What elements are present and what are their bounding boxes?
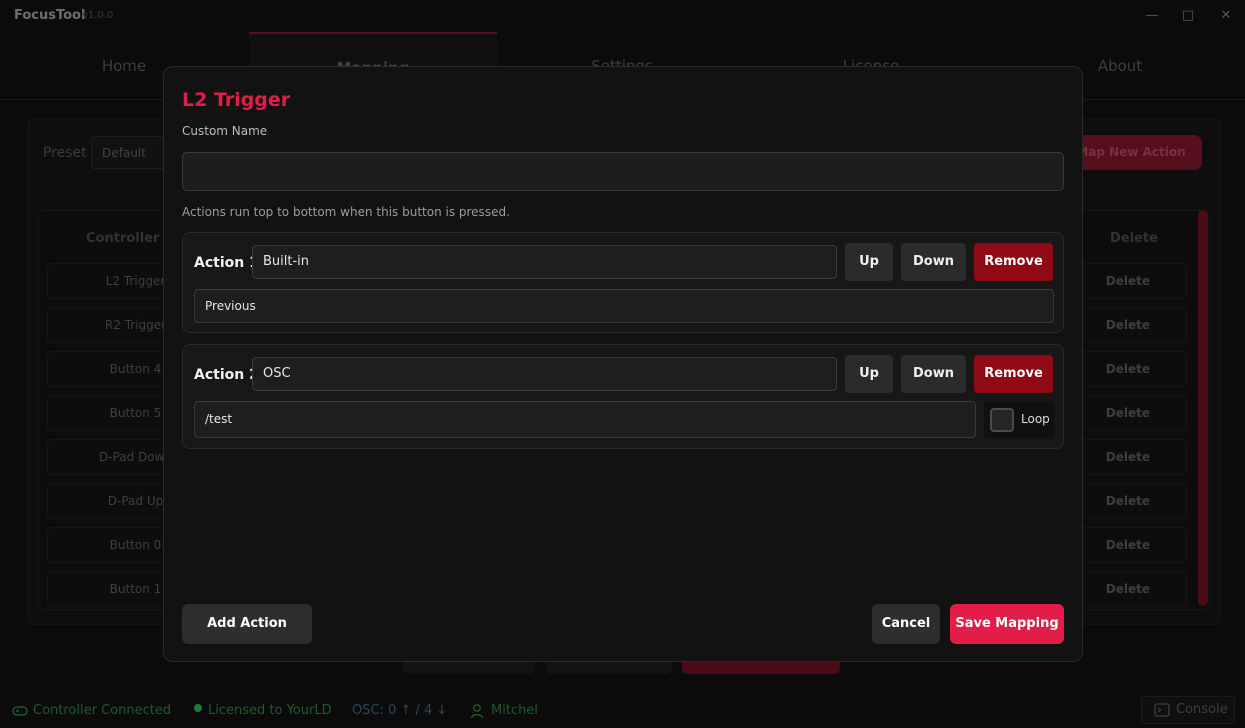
delete-button[interactable]: Delete [1106, 582, 1150, 596]
app-title: FocusTool [14, 8, 86, 23]
title-bar: FocusTool v1.0.0 — □ ✕ [0, 0, 1245, 32]
delete-button[interactable]: Delete [1106, 274, 1150, 288]
scrollbar[interactable] [1198, 210, 1208, 606]
action-type-select[interactable]: Built-in [252, 245, 837, 279]
user-name: Mitchel [491, 703, 538, 718]
mapping-dialog: L2 Trigger Custom Name Actions run top t… [163, 66, 1083, 662]
action-card: Action 1 Built-in Up Down Remove Previou… [182, 232, 1064, 333]
controller-status: Controller Connected [33, 703, 172, 718]
close-icon[interactable]: ✕ [1216, 6, 1236, 26]
delete-button[interactable]: Delete [1106, 362, 1150, 376]
loop-checkbox[interactable] [990, 408, 1014, 432]
osc-counter: 0 ↑ / 4 ↓ [388, 703, 448, 718]
license-status: Licensed to YourLD [208, 703, 332, 718]
osc-address-input[interactable]: /test [194, 401, 976, 438]
console-button[interactable]: Console [1141, 696, 1235, 724]
delete-button[interactable]: Delete [1106, 450, 1150, 464]
preset-label: Preset [43, 145, 87, 161]
custom-name-input[interactable] [182, 152, 1064, 191]
user-icon [470, 704, 484, 719]
save-mapping-button[interactable]: Save Mapping [950, 604, 1064, 644]
remove-action-button[interactable]: Remove [974, 243, 1053, 281]
action-type-select[interactable]: OSC [252, 357, 837, 391]
dialog-title: L2 Trigger [182, 89, 291, 111]
console-label: Console [1176, 702, 1228, 717]
move-up-button[interactable]: Up [845, 243, 893, 281]
actions-hint: Actions run top to bottom when this butt… [182, 205, 510, 219]
move-down-button[interactable]: Down [901, 243, 966, 281]
status-bar: Controller Connected Licensed to YourLD … [0, 694, 1245, 728]
gamepad-icon [12, 706, 28, 716]
terminal-icon [1154, 703, 1170, 717]
remove-action-button[interactable]: Remove [974, 355, 1053, 393]
osc-label: OSC: [352, 703, 384, 718]
maximize-icon[interactable]: □ [1178, 6, 1198, 26]
app-window: FocusTool v1.0.0 — □ ✕ Home Mapping Sett… [0, 0, 1245, 728]
minimize-icon[interactable]: — [1142, 6, 1162, 26]
delete-button[interactable]: Delete [1106, 406, 1150, 420]
app-version: v1.0.0 [82, 10, 114, 21]
loop-label: Loop [1021, 412, 1050, 426]
cancel-button[interactable]: Cancel [872, 604, 940, 644]
delete-button[interactable]: Delete [1106, 494, 1150, 508]
loop-toggle[interactable]: Loop [984, 401, 1054, 438]
move-up-button[interactable]: Up [845, 355, 893, 393]
action-label: Action 1 [194, 255, 259, 271]
action-card: Action 2 OSC Up Down Remove /test Loop [182, 344, 1064, 449]
add-action-button[interactable]: Add Action [182, 604, 312, 644]
delete-button[interactable]: Delete [1106, 538, 1150, 552]
action-label: Action 2 [194, 367, 259, 383]
move-down-button[interactable]: Down [901, 355, 966, 393]
action-param-select[interactable]: Previous [194, 289, 1054, 323]
delete-button[interactable]: Delete [1106, 318, 1150, 332]
custom-name-label: Custom Name [182, 124, 268, 138]
delete-column-header: Delete [1110, 231, 1158, 246]
license-dot-icon [194, 704, 202, 712]
